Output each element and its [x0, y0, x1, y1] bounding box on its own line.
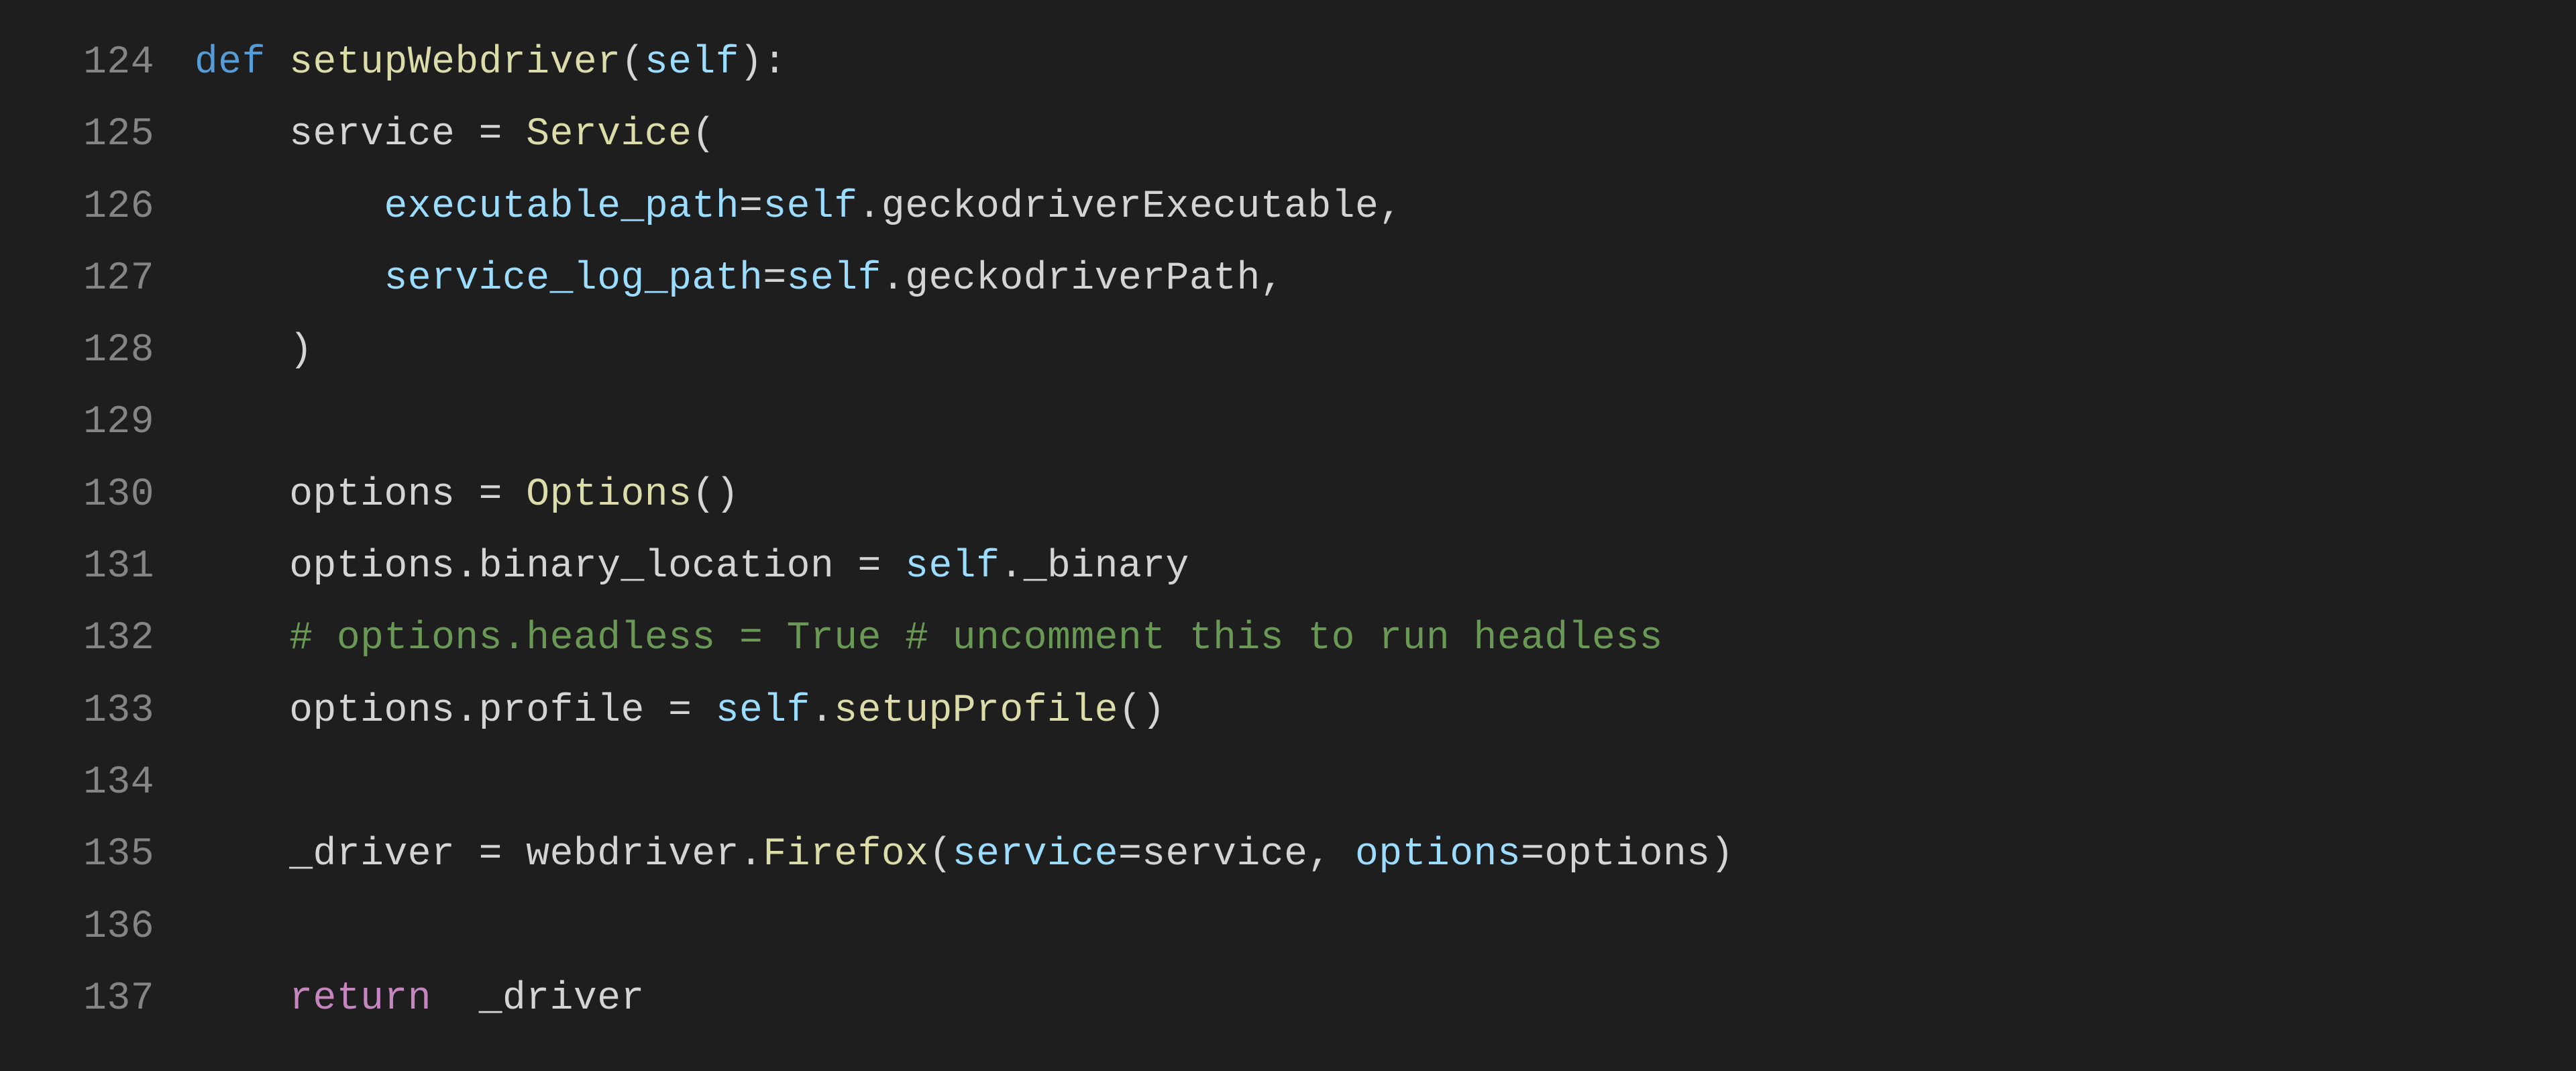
token-self: self [905, 545, 1000, 589]
code-line[interactable]: 135 _driver = webdriver.Firefox(service=… [27, 819, 2549, 890]
token-param: options [1355, 833, 1521, 876]
code-content[interactable]: return _driver [195, 963, 2549, 1035]
code-content[interactable]: def setupWebdriver(self): [195, 27, 2549, 99]
line-number: 124 [27, 27, 195, 99]
code-content[interactable]: options = Options() [195, 459, 2549, 531]
code-line[interactable]: 132 # options.headless = True # uncommen… [27, 603, 2549, 674]
token-fn: Firefox [763, 833, 928, 876]
line-number: 135 [27, 819, 195, 890]
token-ident: options.profile = [195, 689, 716, 733]
token-ident: . [810, 689, 834, 733]
line-number: 128 [27, 315, 195, 387]
token-ident: options = [195, 473, 526, 517]
line-number: 125 [27, 99, 195, 170]
token-fn: setupProfile [834, 689, 1118, 733]
token-ctrl: return [289, 977, 431, 1021]
code-line[interactable]: 126 executable_path=self.geckodriverExec… [27, 171, 2549, 243]
token-ident: ( [621, 41, 645, 85]
token-ident: _driver [431, 977, 645, 1021]
token-ident: ): [739, 41, 787, 85]
code-content[interactable]: options.profile = self.setupProfile() [195, 675, 2549, 747]
token-ident: .geckodriverPath, [881, 257, 1284, 301]
code-content[interactable]: # options.headless = True # uncomment th… [195, 603, 2549, 674]
token-ident: ( [692, 113, 715, 156]
token-param: service [953, 833, 1118, 876]
token-ident: () [692, 473, 739, 517]
token-param: executable_path [384, 185, 739, 229]
token-kw: def [195, 41, 289, 85]
code-line[interactable]: 133 options.profile = self.setupProfile(… [27, 675, 2549, 747]
line-number: 130 [27, 459, 195, 531]
token-ident: = [739, 185, 763, 229]
token-comment: # options.headless = True # uncomment th… [289, 617, 1663, 660]
token-fn: Options [526, 473, 692, 517]
token-ident: = [763, 257, 786, 301]
token-ident: ( [928, 833, 952, 876]
line-number: 137 [27, 963, 195, 1035]
code-line[interactable]: 125 service = Service( [27, 99, 2549, 170]
token-ident [195, 257, 384, 301]
token-ident: ) [195, 329, 313, 372]
token-self: self [716, 689, 810, 733]
line-number: 131 [27, 531, 195, 603]
token-ident: .geckodriverExecutable, [858, 185, 1403, 229]
code-content[interactable]: executable_path=self.geckodriverExecutab… [195, 171, 2549, 243]
code-content[interactable]: options.binary_location = self._binary [195, 531, 2549, 603]
token-ident [195, 185, 384, 229]
code-line[interactable]: 134 [27, 747, 2549, 819]
code-line[interactable]: 136 [27, 891, 2549, 963]
line-number: 133 [27, 675, 195, 747]
code-content[interactable]: _driver = webdriver.Firefox(service=serv… [195, 819, 2549, 890]
code-line[interactable]: 127 service_log_path=self.geckodriverPat… [27, 243, 2549, 315]
code-line[interactable]: 129 [27, 387, 2549, 458]
token-ident: ._binary [1000, 545, 1189, 589]
token-ident: _driver = webdriver. [195, 833, 763, 876]
token-fn: setupWebdriver [289, 41, 621, 85]
code-content[interactable]: service_log_path=self.geckodriverPath, [195, 243, 2549, 315]
code-content[interactable]: service = Service( [195, 99, 2549, 170]
token-ident [195, 617, 289, 660]
line-number: 132 [27, 603, 195, 674]
token-ident: options.binary_location = [195, 545, 905, 589]
code-line[interactable]: 130 options = Options() [27, 459, 2549, 531]
line-number: 134 [27, 747, 195, 819]
token-ident: () [1118, 689, 1166, 733]
line-number: 136 [27, 891, 195, 963]
line-number: 129 [27, 387, 195, 458]
code-line[interactable]: 131 options.binary_location = self._bina… [27, 531, 2549, 603]
token-ident: =service, [1118, 833, 1355, 876]
token-self: self [645, 41, 739, 85]
token-fn: Service [526, 113, 692, 156]
code-editor[interactable]: 124def setupWebdriver(self):125 service … [0, 0, 2576, 1062]
code-line[interactable]: 137 return _driver [27, 963, 2549, 1035]
line-number: 127 [27, 243, 195, 315]
token-self: self [787, 257, 881, 301]
code-line[interactable]: 124def setupWebdriver(self): [27, 27, 2549, 99]
token-ident [195, 977, 289, 1021]
line-number: 126 [27, 171, 195, 243]
code-content[interactable]: ) [195, 315, 2549, 387]
token-self: self [763, 185, 857, 229]
code-line[interactable]: 128 ) [27, 315, 2549, 387]
token-ident: service = [195, 113, 526, 156]
token-ident: =options) [1521, 833, 1734, 876]
token-param: service_log_path [384, 257, 763, 301]
